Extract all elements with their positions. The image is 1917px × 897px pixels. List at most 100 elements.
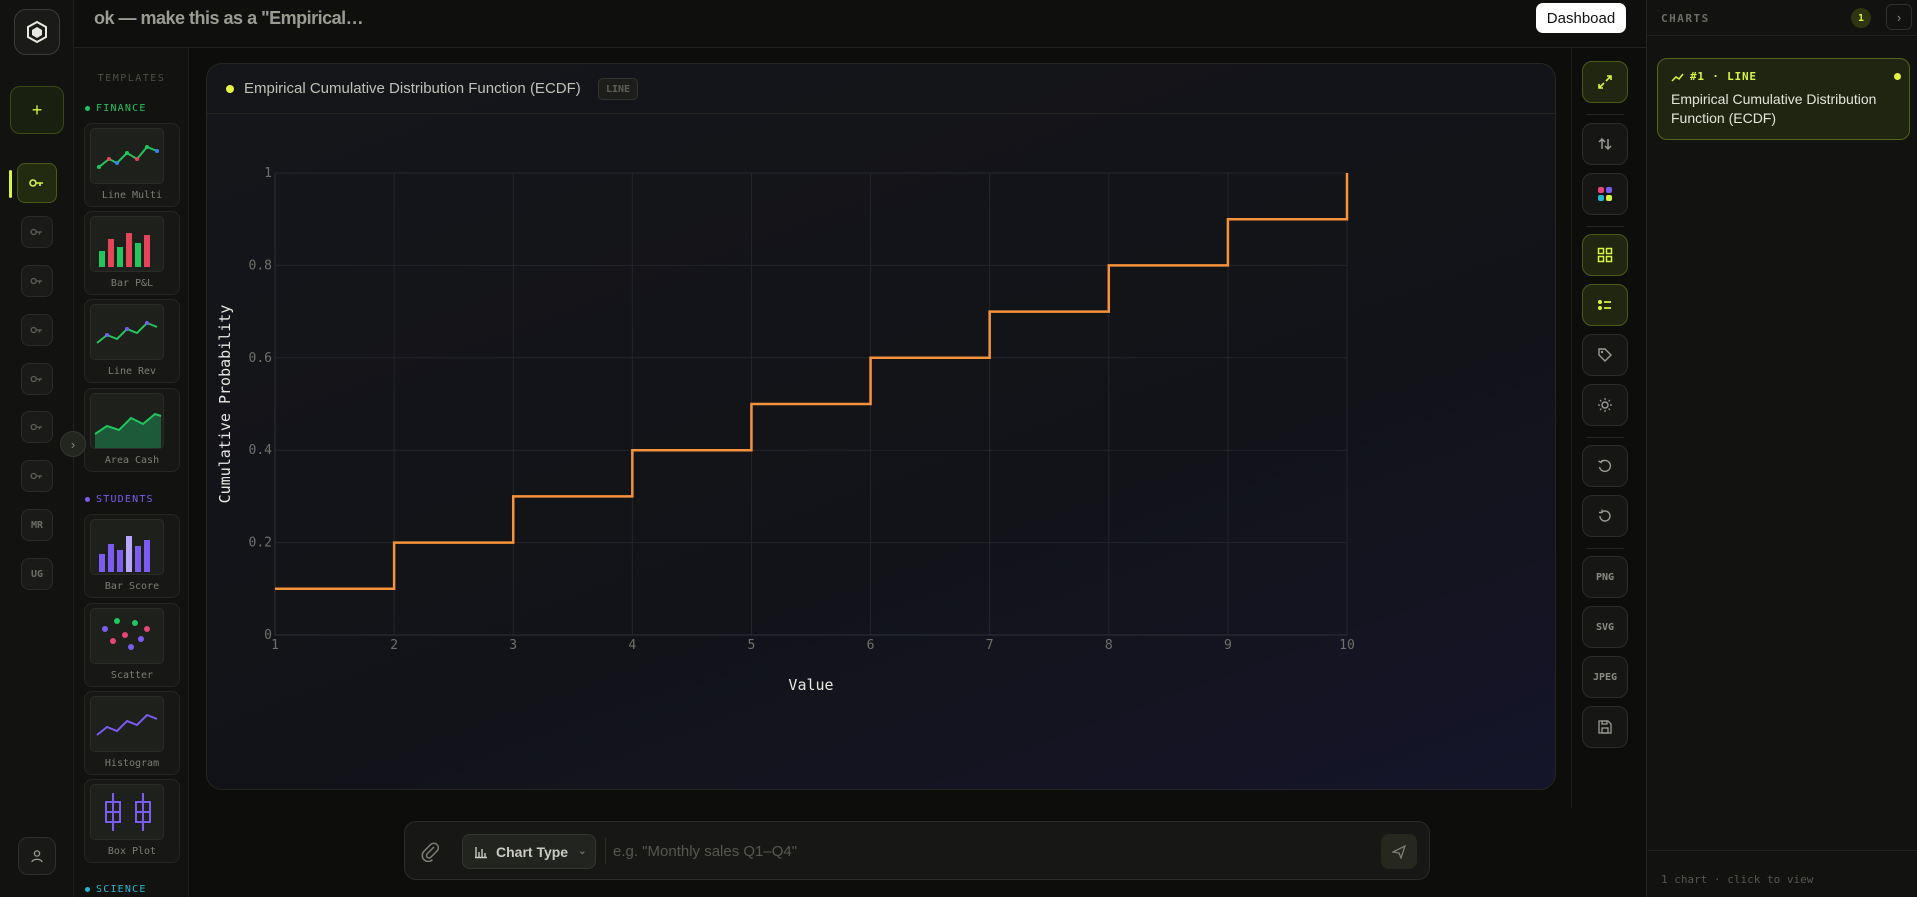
ecdf-chart: 1 2 3 4 5 6 7 8 9 10 0 0.2 0.4 0.6 0.8 1 Value Cumulative… [216, 166, 1355, 694]
x-tick-label: 5 [748, 638, 756, 653]
key-icon [30, 423, 42, 431]
template-scatter[interactable]: Scatter [84, 603, 180, 687]
y-tick-label: 0.2 [249, 536, 272, 551]
app-logo-icon[interactable] [14, 9, 60, 55]
x-tick-label: 9 [1224, 638, 1232, 653]
templates-panel: TEMPLATES FINANCE Line Multi Bar P&L Lin… [74, 48, 189, 897]
reset-icon [1599, 509, 1611, 522]
y-axis-label: Cumulative Probability [216, 305, 234, 504]
expand-templates-button[interactable]: › [60, 431, 86, 457]
chart-title: Empirical Cumulative Distribution Functi… [244, 80, 581, 97]
rail-item-1[interactable] [17, 163, 57, 203]
x-tick-label: 2 [390, 638, 398, 653]
user-icon [31, 850, 43, 863]
undo-icon [1598, 459, 1612, 473]
user-button[interactable] [18, 837, 56, 875]
paperclip-icon[interactable] [419, 840, 441, 862]
tag-icon [1598, 348, 1612, 362]
chart-type-badge: LINE [598, 78, 639, 100]
x-tick-label: 1 [271, 638, 279, 653]
fullscreen-button[interactable] [1582, 61, 1628, 103]
grid-icon [1597, 247, 1613, 263]
x-tick-label: 4 [628, 638, 636, 653]
prompt-input[interactable] [613, 835, 1373, 867]
template-line-multi[interactable]: Line Multi [84, 123, 180, 207]
chart-type-label: Chart Type [496, 843, 569, 860]
top-header: ok — make this as a "Empirical… Dashboad [74, 0, 1646, 48]
send-button[interactable] [1381, 834, 1417, 869]
chevron-down-icon: ⌄ [578, 846, 587, 857]
bar-chart-icon [475, 846, 487, 858]
chart-toolbar: PNG SVG JPEG [1571, 48, 1646, 808]
chart-card: Empirical Cumulative Distribution Functi… [206, 63, 1556, 790]
key-icon [30, 326, 42, 334]
prompt-bar: Chart Type ⌄ [404, 821, 1430, 880]
send-icon [1392, 844, 1406, 859]
rail-item-4[interactable] [21, 314, 53, 346]
key-icon [30, 472, 42, 480]
category-science: SCIENCE [85, 884, 147, 895]
rail-item-3[interactable] [21, 265, 53, 297]
template-line-rev[interactable]: Line Rev [84, 299, 180, 383]
template-box-plot[interactable]: Box Plot [84, 779, 180, 863]
page-title: ok — make this as a "Empirical… [94, 8, 364, 28]
chart-list-item[interactable]: #1 · LINE Empirical Cumulative Distribut… [1657, 58, 1910, 140]
color-palette-button[interactable] [1582, 173, 1628, 215]
x-tick-label: 6 [867, 638, 875, 653]
ecdf-step-line [275, 173, 1349, 591]
status-dot [226, 85, 234, 93]
chart-card-header: Empirical Cumulative Distribution Functi… [207, 64, 1555, 114]
rail-item-6[interactable] [21, 411, 53, 443]
y-tick-label: 0.6 [249, 351, 272, 366]
line-chart-icon [1671, 73, 1684, 82]
y-tick-label: 0 [264, 628, 272, 643]
template-bar-score[interactable]: Bar Score [84, 514, 180, 598]
chart-type-dropdown[interactable]: Chart Type ⌄ [462, 834, 596, 869]
key-icon [29, 179, 43, 187]
y-tick-label: 0.4 [249, 443, 273, 458]
swap-axes-button[interactable] [1582, 123, 1628, 165]
reset-button[interactable] [1582, 495, 1628, 537]
palette-icon [1598, 187, 1612, 201]
rail-item-mr[interactable]: MR [21, 509, 53, 541]
swap-icon [1598, 137, 1612, 151]
rail-item-2[interactable] [21, 216, 53, 248]
theme-button[interactable] [1582, 384, 1628, 426]
template-area-cash[interactable]: Area Cash [84, 388, 180, 472]
y-tick-label: 0.8 [249, 258, 272, 273]
chart-item-title: Empirical Cumulative Distribution Functi… [1671, 91, 1877, 126]
dashboard-button[interactable]: Dashboad [1536, 3, 1626, 33]
key-icon [30, 375, 42, 383]
active-indicator [9, 170, 12, 198]
templates-heading: TEMPLATES [97, 73, 166, 84]
collapse-panel-button[interactable]: › [1886, 4, 1912, 30]
legend-toggle-button[interactable] [1582, 284, 1628, 326]
save-icon [1598, 720, 1612, 734]
save-button[interactable] [1582, 706, 1628, 748]
export-svg-button[interactable]: SVG [1582, 606, 1628, 648]
new-chart-button[interactable]: + [10, 86, 64, 134]
template-histogram[interactable]: Histogram [84, 691, 180, 775]
x-tick-label: 7 [986, 638, 994, 653]
rail-item-ug[interactable]: UG [21, 558, 53, 590]
rail-item-5[interactable] [21, 363, 53, 395]
rail-item-7[interactable] [21, 460, 53, 492]
labels-button[interactable] [1582, 334, 1628, 376]
charts-panel-footer: 1 chart · click to view [1661, 873, 1814, 886]
x-tick-label: 8 [1105, 638, 1113, 653]
charts-count-badge: 1 [1851, 8, 1871, 28]
undo-button[interactable] [1582, 445, 1628, 487]
export-jpeg-button[interactable]: JPEG [1582, 656, 1628, 698]
y-tick-label: 1 [264, 166, 272, 181]
legend-icon [1598, 300, 1611, 310]
key-icon [30, 228, 42, 236]
grid-toggle-button[interactable] [1582, 234, 1628, 276]
category-finance: FINANCE [85, 103, 147, 114]
export-png-button[interactable]: PNG [1582, 556, 1628, 598]
template-bar-pl[interactable]: Bar P&L [84, 211, 180, 295]
charts-panel: CHARTS 1 › #1 · LINE Empirical Cumulativ… [1646, 0, 1917, 897]
expand-icon [1598, 75, 1612, 89]
chart-item-tag: #1 · LINE [1690, 70, 1757, 83]
charts-panel-title: CHARTS [1661, 12, 1710, 25]
x-tick-label: 10 [1339, 638, 1355, 653]
